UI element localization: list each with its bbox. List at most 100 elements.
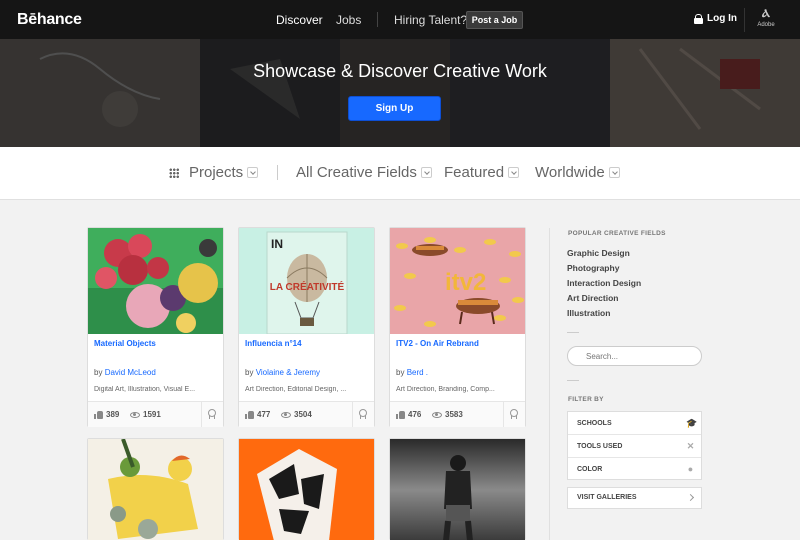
sidebar-rule — [567, 332, 579, 333]
nav-hiring-talent[interactable]: Hiring Talent? — [394, 13, 467, 27]
filter-by-heading: FILTER BY — [568, 396, 604, 403]
top-nav: Bēhance Discover Jobs Hiring Talent? Pos… — [0, 0, 800, 39]
project-card[interactable]: IN LA CRÉATIVITÉ Influencia n°14 by Viol… — [238, 227, 375, 427]
login-link[interactable]: Log In — [694, 13, 737, 24]
by-label: by — [94, 368, 103, 377]
project-cover-image[interactable] — [88, 228, 223, 334]
view-count: 3583 — [432, 410, 463, 419]
card-title[interactable]: Material Objects — [94, 339, 156, 348]
by-label: by — [396, 368, 405, 377]
owner-link[interactable]: David McLeod — [105, 368, 156, 377]
adobe-label: Adobe — [757, 22, 775, 28]
filter-featured-label: Featured — [444, 164, 505, 181]
eye-icon — [130, 411, 140, 418]
card-title[interactable]: ITV2 - On Air Rebrand — [396, 339, 479, 348]
project-card[interactable] — [238, 438, 375, 540]
filter-worldwide[interactable]: Worldwide — [535, 164, 620, 181]
filter-fields-label: All Creative Fields — [296, 164, 417, 181]
filter-by-box: SCHOOLS 🎓 TOOLS USED ✕ COLOR ● — [567, 411, 702, 480]
project-cover-image[interactable] — [390, 439, 525, 540]
chevron-down-icon — [608, 167, 620, 178]
filter-tools-label: TOOLS USED — [577, 443, 623, 450]
filter-schools[interactable]: SCHOOLS 🎓 — [568, 412, 701, 435]
adobe-divider — [744, 8, 745, 32]
filter-worldwide-label: Worldwide — [535, 164, 605, 181]
card-stats: 477 3504 — [239, 401, 374, 427]
filter-creative-fields[interactable]: All Creative Fields — [296, 164, 432, 181]
appreciation-count: 477 — [245, 410, 270, 419]
project-cover-image[interactable] — [88, 439, 223, 540]
project-cover-image[interactable] — [239, 439, 374, 540]
appreciation-count: 476 — [396, 410, 421, 419]
sidebar-divider — [549, 228, 550, 540]
filter-schools-label: SCHOOLS — [577, 420, 612, 427]
card-fields: Art Direction, Editorial Design, ... — [245, 386, 347, 393]
stats-divider — [503, 402, 504, 427]
hero-overlay — [0, 39, 800, 147]
award-ribbon-icon[interactable] — [358, 409, 367, 419]
card-owner: by Berd . — [396, 368, 428, 377]
card-title[interactable]: Influencia n°14 — [245, 339, 302, 348]
visit-galleries-label: VISIT GALLERIES — [577, 494, 637, 501]
owner-link[interactable]: Berd . — [407, 368, 428, 377]
card-stats: 476 3583 — [390, 401, 525, 427]
filter-bar: Projects All Creative Fields Featured Wo… — [0, 147, 800, 200]
project-cover-image[interactable]: IN LA CRÉATIVITÉ — [239, 228, 374, 334]
view-count: 1591 — [130, 410, 161, 419]
card-fields: Art Direction, Branding, Comp... — [396, 386, 495, 393]
filter-projects-label: Projects — [189, 164, 244, 181]
stats-divider — [201, 402, 202, 427]
grid-icon — [169, 167, 179, 178]
adobe-logo[interactable]: Ⲁ Adobe — [755, 8, 777, 29]
search-input[interactable] — [567, 346, 702, 366]
filter-tools-used[interactable]: TOOLS USED ✕ — [568, 435, 701, 458]
filter-projects[interactable]: Projects — [169, 164, 259, 181]
cover-text: LA CRÉATIVITÉ — [270, 280, 345, 293]
project-card[interactable]: itv2 ITV2 - On Air Rebrand by Berd . Art… — [389, 227, 526, 427]
tools-icon: ✕ — [686, 441, 695, 451]
appreciation-count: 389 — [94, 410, 119, 419]
chevron-down-icon — [420, 167, 432, 178]
nav-jobs[interactable]: Jobs — [336, 13, 361, 27]
sign-up-button[interactable]: Sign Up — [348, 96, 441, 121]
field-link-interaction-design[interactable]: Interaction Design — [567, 278, 641, 288]
appreciation-value: 476 — [408, 410, 422, 419]
field-link-graphic-design[interactable]: Graphic Design — [567, 248, 630, 258]
card-owner: by David McLeod — [94, 368, 156, 377]
field-link-art-direction[interactable]: Art Direction — [567, 293, 618, 303]
appreciation-value: 389 — [106, 410, 120, 419]
behance-logo[interactable]: Bēhance — [17, 11, 82, 29]
owner-link[interactable]: Violaine & Jeremy — [256, 368, 320, 377]
chevron-down-icon — [508, 167, 520, 178]
nav-discover[interactable]: Discover — [276, 13, 323, 27]
project-card[interactable] — [87, 438, 224, 540]
card-owner: by Violaine & Jeremy — [245, 368, 320, 377]
project-cover-image[interactable]: itv2 — [390, 228, 525, 334]
thumbs-up-icon — [94, 410, 103, 419]
project-card[interactable]: Material Objects by David McLeod Digital… — [87, 227, 224, 427]
svg-text:IN: IN — [271, 237, 283, 251]
field-link-photography[interactable]: Photography — [567, 263, 619, 273]
hero-title: Showcase & Discover Creative Work — [253, 61, 547, 81]
filter-featured[interactable]: Featured — [444, 164, 520, 181]
filter-divider — [277, 165, 278, 180]
graduation-cap-icon: 🎓 — [686, 418, 698, 428]
eye-icon — [432, 411, 442, 418]
award-ribbon-icon[interactable] — [207, 409, 216, 419]
filter-color[interactable]: COLOR ● — [568, 458, 701, 481]
by-label: by — [245, 368, 254, 377]
field-link-illustration[interactable]: Illustration — [567, 308, 610, 318]
post-job-button[interactable]: Post a Job — [466, 11, 523, 29]
appreciation-value: 477 — [257, 410, 271, 419]
adobe-icon: Ⲁ — [762, 8, 770, 20]
card-fields: Digital Art, Illustration, Visual E... — [94, 386, 196, 393]
award-ribbon-icon[interactable] — [509, 409, 518, 419]
visit-galleries-button[interactable]: VISIT GALLERIES — [567, 487, 702, 509]
lock-icon — [694, 13, 703, 24]
chevron-down-icon — [247, 167, 259, 178]
hero-banner: Showcase & Discover Creative Work Sign U… — [0, 39, 800, 147]
project-card[interactable] — [389, 438, 526, 540]
thumbs-up-icon — [245, 410, 254, 419]
nav-divider — [377, 12, 378, 27]
filter-color-label: COLOR — [577, 466, 603, 473]
